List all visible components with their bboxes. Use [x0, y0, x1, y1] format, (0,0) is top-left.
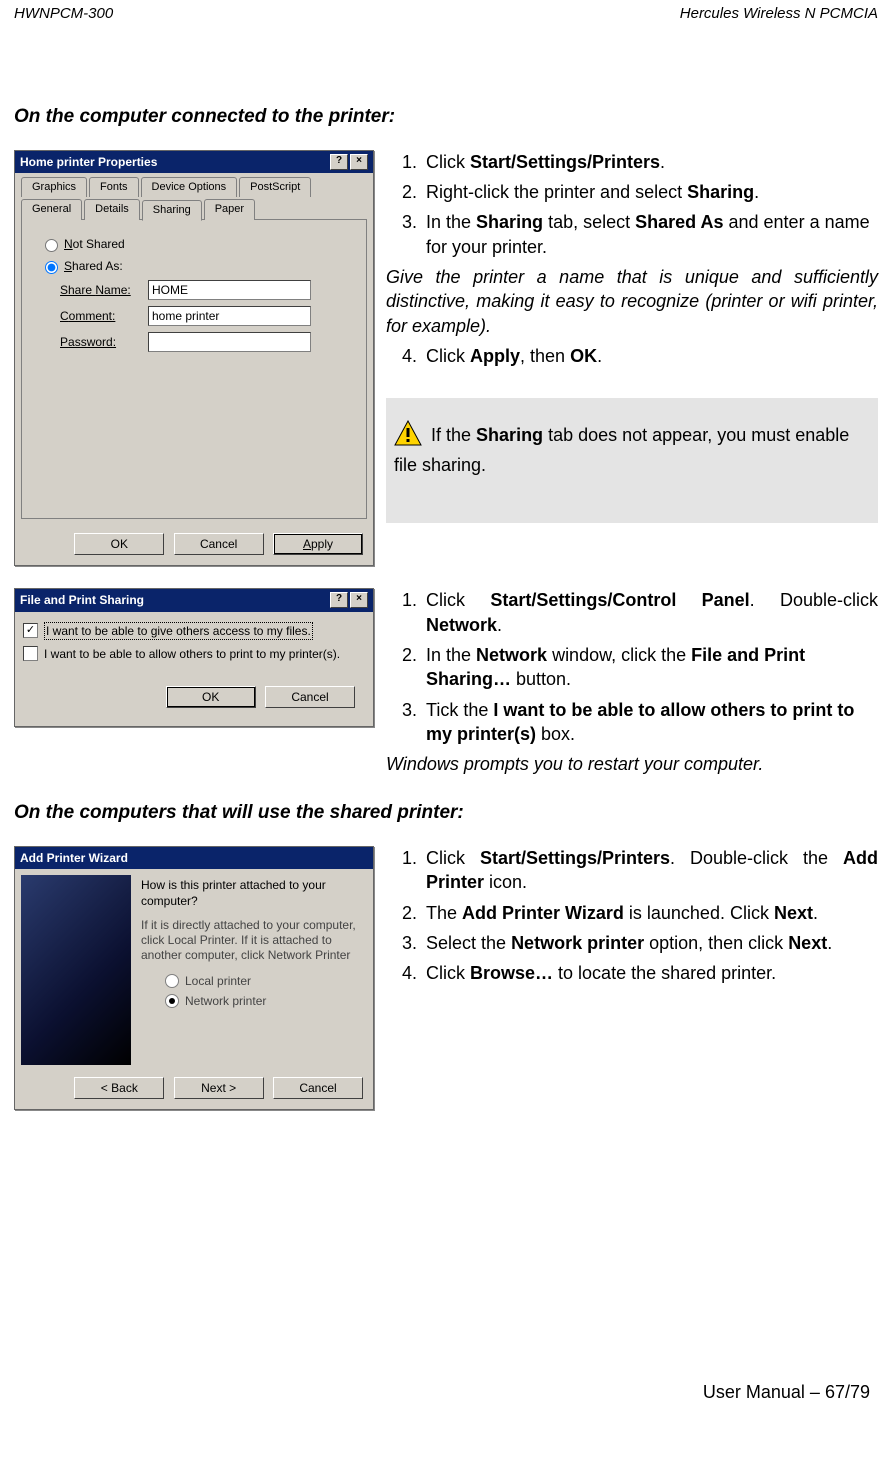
tab-paper[interactable]: Paper — [204, 199, 255, 220]
step: In the Network window, click the File an… — [422, 643, 878, 692]
tab-fonts[interactable]: Fonts — [89, 177, 139, 197]
page-footer: User Manual – 67/79 — [14, 1380, 878, 1404]
label-network-printer: Network printer — [185, 993, 266, 1009]
close-icon[interactable]: × — [350, 592, 368, 608]
tab-general[interactable]: General — [21, 199, 82, 220]
label-comment: Comment: — [60, 308, 142, 324]
ok-button[interactable]: OK — [166, 686, 256, 708]
label-local-printer: Local printer — [185, 973, 251, 989]
printer-properties-dialog: Home printer Properties ? × Graphics Fon… — [14, 150, 374, 566]
cancel-button[interactable]: Cancel — [265, 686, 355, 708]
close-icon[interactable]: × — [350, 154, 368, 170]
naming-tip: Give the printer a name that is unique a… — [386, 265, 878, 338]
section-title-2: On the computers that will use the share… — [14, 800, 878, 826]
label-share-printers: I want to be able to allow others to pri… — [44, 646, 340, 662]
step: Click Apply, then OK. — [422, 344, 878, 368]
tab-graphics[interactable]: Graphics — [21, 177, 87, 197]
label-not-shared: Not Shared — [64, 236, 125, 252]
step: Click Browse… to locate the shared print… — [422, 961, 878, 985]
checkbox-share-files[interactable]: ✓ — [23, 623, 38, 638]
steps-list-2: Click Start/Settings/Control Panel. Doub… — [386, 588, 878, 746]
step: Tick the I want to be able to allow othe… — [422, 698, 878, 747]
header-right: Hercules Wireless N PCMCIA — [680, 4, 878, 24]
step: Click Start/Settings/Printers. Double-cl… — [422, 846, 878, 895]
section-title-1: On the computer connected to the printer… — [14, 104, 878, 130]
note-text: If the Sharing tab does not appear, you … — [394, 425, 849, 474]
step: Click Start/Settings/Control Panel. Doub… — [422, 588, 878, 637]
cancel-button[interactable]: Cancel — [273, 1077, 363, 1099]
share-name-input[interactable] — [148, 280, 311, 300]
steps-list-1: Click Start/Settings/Printers. Right-cli… — [386, 150, 878, 259]
label-share-name: Share Name: — [60, 282, 142, 298]
tab-device-options[interactable]: Device Options — [141, 177, 238, 197]
step: Click Start/Settings/Printers. — [422, 150, 878, 174]
radio-local-printer[interactable] — [165, 974, 179, 988]
ok-button[interactable]: OK — [74, 533, 164, 555]
header-left: HWNPCM-300 — [14, 4, 113, 24]
label-share-files: I want to be able to give others access … — [44, 622, 313, 640]
password-input[interactable] — [148, 332, 311, 352]
warning-icon — [394, 420, 422, 452]
back-button[interactable]: < Back — [74, 1077, 164, 1099]
step: Select the Network printer option, then … — [422, 931, 878, 955]
restart-note: Windows prompts you to restart your comp… — [386, 752, 878, 776]
add-printer-wizard-dialog: Add Printer Wizard How is this printer a… — [14, 846, 374, 1110]
apply-button[interactable]: Apply — [273, 533, 363, 555]
dialog1-title: Home printer Properties — [20, 154, 157, 170]
dialog2-title: File and Print Sharing — [20, 592, 144, 608]
wizard-banner-image — [21, 875, 131, 1065]
tab-details[interactable]: Details — [84, 199, 140, 220]
step: Right-click the printer and select Shari… — [422, 180, 878, 204]
help-icon[interactable]: ? — [330, 592, 348, 608]
wizard-hint: If it is directly attached to your compu… — [141, 918, 363, 963]
tab-sharing[interactable]: Sharing — [142, 200, 202, 221]
label-password: Password: — [60, 334, 142, 350]
tab-postscript[interactable]: PostScript — [239, 177, 311, 197]
radio-not-shared[interactable] — [45, 239, 58, 252]
cancel-button[interactable]: Cancel — [174, 533, 264, 555]
help-icon[interactable]: ? — [330, 154, 348, 170]
steps-list-3: Click Start/Settings/Printers. Double-cl… — [386, 846, 878, 985]
label-shared-as: Shared As: — [64, 258, 123, 274]
warning-note: If the Sharing tab does not appear, you … — [386, 398, 878, 523]
comment-input[interactable] — [148, 306, 311, 326]
radio-shared-as[interactable] — [45, 261, 58, 274]
next-button[interactable]: Next > — [174, 1077, 264, 1099]
wizard-question: How is this printer attached to your com… — [141, 877, 363, 909]
checkbox-share-printers[interactable] — [23, 646, 38, 661]
file-print-sharing-dialog: File and Print Sharing ? × ✓ I want to b… — [14, 588, 374, 727]
step: In the Sharing tab, select Shared As and… — [422, 210, 878, 259]
steps-list-1b: Click Apply, then OK. — [386, 344, 878, 368]
dialog3-title: Add Printer Wizard — [20, 850, 128, 866]
radio-network-printer[interactable] — [165, 994, 179, 1008]
step: The Add Printer Wizard is launched. Clic… — [422, 901, 878, 925]
